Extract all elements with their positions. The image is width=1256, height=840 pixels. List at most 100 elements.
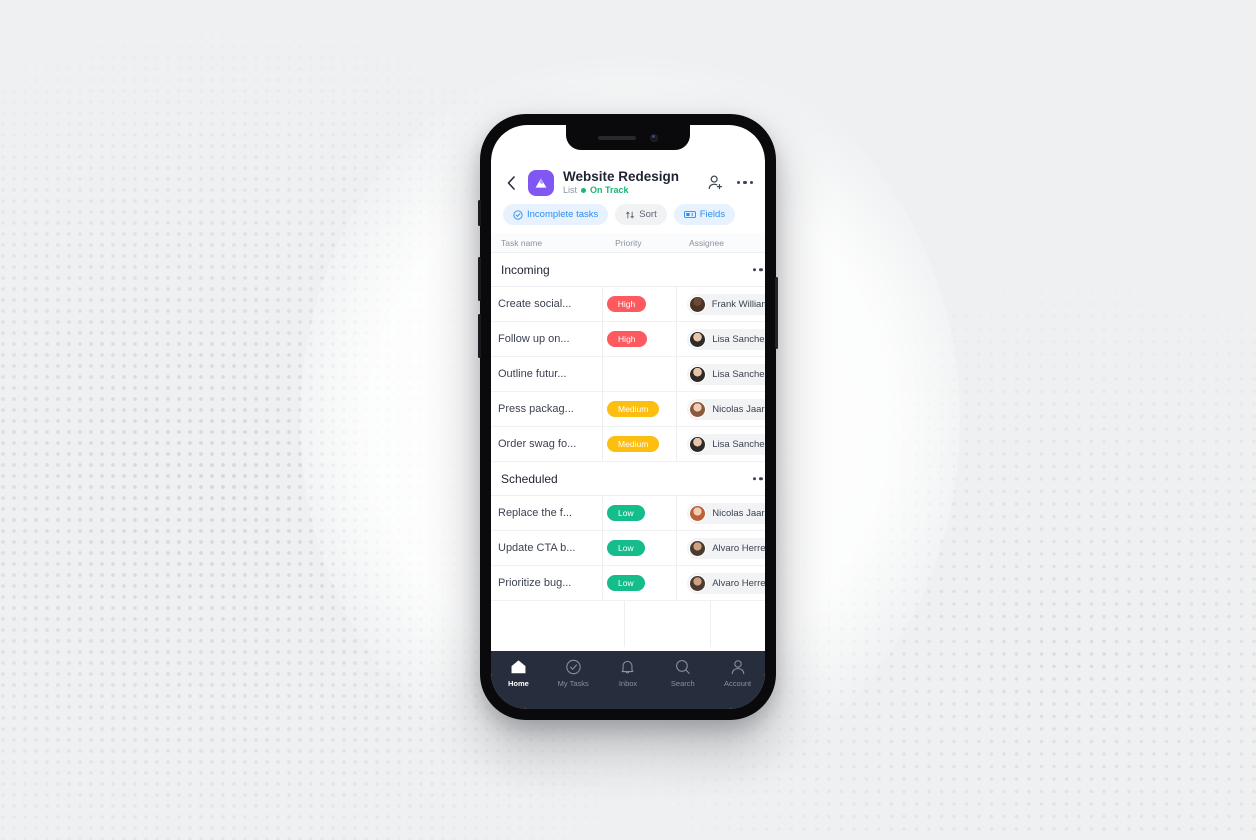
- task-name-cell[interactable]: Replace the f...: [491, 496, 604, 530]
- avatar: [689, 365, 707, 383]
- chip-label: Incomplete tasks: [527, 209, 599, 220]
- group-collapse-toggle[interactable]: [491, 476, 501, 481]
- chip-incomplete-tasks[interactable]: Incomplete tasks: [503, 204, 609, 225]
- task-title: Press packag...: [498, 403, 574, 415]
- invite-member-button[interactable]: [707, 174, 724, 191]
- filter-toolbar: Incomplete tasks Sort Fields: [491, 196, 765, 233]
- nav-item-inbox[interactable]: Inbox: [601, 659, 656, 688]
- priority-badge[interactable]: High: [607, 331, 647, 347]
- table-row[interactable]: Press packag... Medium Nicolas Jaar: [491, 392, 765, 427]
- priority-cell[interactable]: High: [603, 322, 678, 356]
- more-dot: [749, 180, 753, 185]
- task-title: Replace the f...: [498, 507, 572, 519]
- table-row[interactable]: Create social... High Frank Williams: [491, 287, 765, 322]
- chevron-left-icon: [507, 175, 515, 190]
- empty-cell: [491, 601, 625, 647]
- task-title: Outline futur...: [498, 368, 567, 380]
- table-row[interactable]: Outline futur... Lisa Sanchez: [491, 357, 765, 392]
- table-row[interactable]: Follow up on... High Lisa Sanchez: [491, 322, 765, 357]
- status-badge: On Track: [590, 185, 629, 195]
- assignee-chip[interactable]: Lisa Sanchez: [687, 363, 765, 385]
- task-title: Update CTA b...: [498, 542, 576, 554]
- avatar: [689, 539, 707, 557]
- volume-up-button[interactable]: [478, 257, 481, 301]
- more-dot: [743, 180, 747, 185]
- task-name-cell[interactable]: Order swag fo...: [491, 427, 604, 461]
- task-name-cell[interactable]: Create social...: [491, 287, 603, 321]
- assignee-chip[interactable]: Alvaro Herrera: [687, 572, 765, 594]
- table-row[interactable]: Order swag fo... Medium Lisa Sanchez: [491, 427, 765, 462]
- priority-cell[interactable]: Medium: [603, 427, 678, 461]
- nav-item-account[interactable]: Account: [710, 659, 765, 688]
- priority-cell[interactable]: Low: [603, 566, 678, 600]
- assignee-cell[interactable]: Lisa Sanchez: [677, 322, 765, 356]
- nav-item-home[interactable]: Home: [491, 659, 546, 688]
- priority-cell[interactable]: High: [603, 287, 677, 321]
- group-collapse-toggle[interactable]: [491, 267, 501, 272]
- bell-icon: [622, 660, 634, 674]
- priority-cell[interactable]: [603, 357, 678, 391]
- group-more-button[interactable]: [752, 476, 765, 481]
- status-dot-icon: [581, 188, 587, 193]
- priority-cell[interactable]: Low: [603, 531, 678, 565]
- task-name-cell[interactable]: Press packag...: [491, 392, 604, 426]
- assignee-cell[interactable]: Alvaro Herrera: [677, 566, 765, 600]
- table-empty-space: [491, 601, 765, 647]
- header-actions: [707, 174, 753, 191]
- group-header-row[interactable]: Scheduled: [491, 462, 765, 496]
- nav-label: My Tasks: [557, 679, 589, 688]
- avatar: [689, 574, 707, 592]
- priority-badge[interactable]: Low: [607, 575, 645, 591]
- fields-icon: [683, 210, 696, 219]
- nav-label: Account: [724, 679, 752, 688]
- assignee-chip[interactable]: Lisa Sanchez: [687, 328, 765, 350]
- table-row[interactable]: Replace the f... Low Nicolas Jaar: [491, 496, 765, 531]
- nav-item-my-tasks[interactable]: My Tasks: [546, 659, 601, 688]
- task-name-cell[interactable]: Follow up on...: [491, 322, 604, 356]
- priority-badge[interactable]: High: [606, 296, 647, 312]
- sort-arrows-icon: [626, 211, 635, 218]
- task-name-cell[interactable]: Update CTA b...: [491, 531, 604, 565]
- mountain-app-icon: [535, 177, 547, 188]
- group-more-button[interactable]: [752, 267, 765, 272]
- assignee-cell[interactable]: Frank Williams: [677, 287, 765, 321]
- assignee-chip[interactable]: Lisa Sanchez: [687, 433, 765, 455]
- assignee-cell[interactable]: Lisa Sanchez: [677, 427, 765, 461]
- assignee-chip[interactable]: Alvaro Herrera: [687, 537, 765, 559]
- task-list-scroll-area[interactable]: Task name Priority Assignee Incoming Cre…: [491, 233, 765, 651]
- assignee-name: Lisa Sanchez: [712, 368, 765, 380]
- priority-cell[interactable]: Medium: [603, 392, 678, 426]
- assignee-chip[interactable]: Nicolas Jaar: [687, 398, 765, 420]
- volume-down-button[interactable]: [478, 314, 481, 358]
- table-header-row: Task name Priority Assignee: [491, 233, 765, 253]
- power-button[interactable]: [775, 277, 778, 349]
- front-camera-icon: [650, 133, 658, 142]
- project-icon[interactable]: [528, 169, 554, 196]
- priority-badge[interactable]: Medium: [607, 436, 660, 452]
- table-row[interactable]: Update CTA b... Low Alvaro Herrera: [491, 531, 765, 566]
- nav-item-search[interactable]: Search: [655, 659, 710, 688]
- priority-badge[interactable]: Low: [607, 505, 645, 521]
- priority-cell[interactable]: Low: [603, 496, 678, 530]
- assignee-cell[interactable]: Nicolas Jaar: [677, 392, 765, 426]
- assignee-chip[interactable]: Nicolas Jaar: [687, 502, 765, 524]
- chip-sort[interactable]: Sort: [615, 204, 667, 225]
- task-title: Order swag fo...: [498, 438, 577, 450]
- assignee-cell[interactable]: Alvaro Herrera: [677, 531, 765, 565]
- priority-badge[interactable]: Low: [607, 540, 645, 556]
- header-more-button[interactable]: [736, 180, 753, 185]
- assignee-cell[interactable]: Nicolas Jaar: [677, 496, 765, 530]
- task-name-cell[interactable]: Outline futur...: [491, 357, 604, 391]
- group-header-row[interactable]: Incoming: [491, 253, 765, 287]
- silent-switch-button[interactable]: [478, 200, 481, 226]
- task-name-cell[interactable]: Prioritize bug...: [491, 566, 604, 600]
- assignee-chip[interactable]: Frank Williams: [686, 293, 765, 315]
- phone-device: Website Redesign List On Track Incomplet…: [478, 114, 778, 720]
- table-row[interactable]: Prioritize bug... Low Alvaro Herrera: [491, 566, 765, 601]
- assignee-cell[interactable]: Lisa Sanchez: [677, 357, 765, 391]
- priority-badge[interactable]: Medium: [607, 401, 660, 417]
- back-button[interactable]: [503, 172, 519, 194]
- column-header-task-name: Task name: [501, 237, 543, 248]
- chip-fields[interactable]: Fields: [673, 204, 736, 225]
- device-notch: [566, 125, 690, 150]
